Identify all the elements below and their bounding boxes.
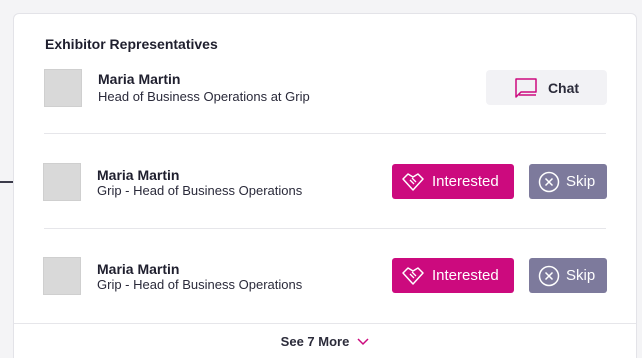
skip-button[interactable]: Skip	[529, 164, 607, 199]
see-more-button[interactable]: See 7 More	[14, 323, 636, 358]
interested-button[interactable]: Interested	[392, 258, 514, 293]
see-more-label: See 7 More	[280, 334, 350, 349]
recommendation-role: Grip - Head of Business Operations	[97, 183, 303, 198]
section-title: Exhibitor Representatives	[45, 36, 218, 52]
close-circle-icon	[538, 171, 560, 192]
skip-button-label: Skip	[566, 267, 596, 284]
divider	[44, 133, 606, 134]
recommendation-role: Grip - Head of Business Operations	[97, 277, 303, 292]
interested-button-label: Interested	[432, 267, 499, 284]
chat-button-label: Chat	[547, 79, 580, 96]
interested-button-label: Interested	[432, 173, 499, 190]
representative-role: Head of Business Operations at Grip	[98, 89, 310, 104]
recommendation-name: Maria Martin	[97, 261, 180, 277]
exhibitor-representatives-card: Exhibitor Representatives Maria Martin H…	[13, 13, 637, 358]
handshake-icon	[402, 266, 424, 285]
chevron-down-icon	[357, 337, 369, 345]
chat-button[interactable]: Chat	[486, 70, 607, 105]
divider	[44, 228, 606, 229]
skip-button-label: Skip	[566, 173, 596, 190]
close-circle-icon	[538, 265, 560, 286]
avatar	[43, 257, 81, 295]
skip-button[interactable]: Skip	[529, 258, 607, 293]
interested-button[interactable]: Interested	[392, 164, 514, 199]
avatar	[44, 69, 82, 107]
recommendation-name: Maria Martin	[97, 167, 180, 183]
representative-name: Maria Martin	[98, 71, 181, 87]
handshake-icon	[402, 172, 424, 191]
avatar	[43, 163, 81, 201]
chat-bubble-icon	[515, 77, 537, 98]
